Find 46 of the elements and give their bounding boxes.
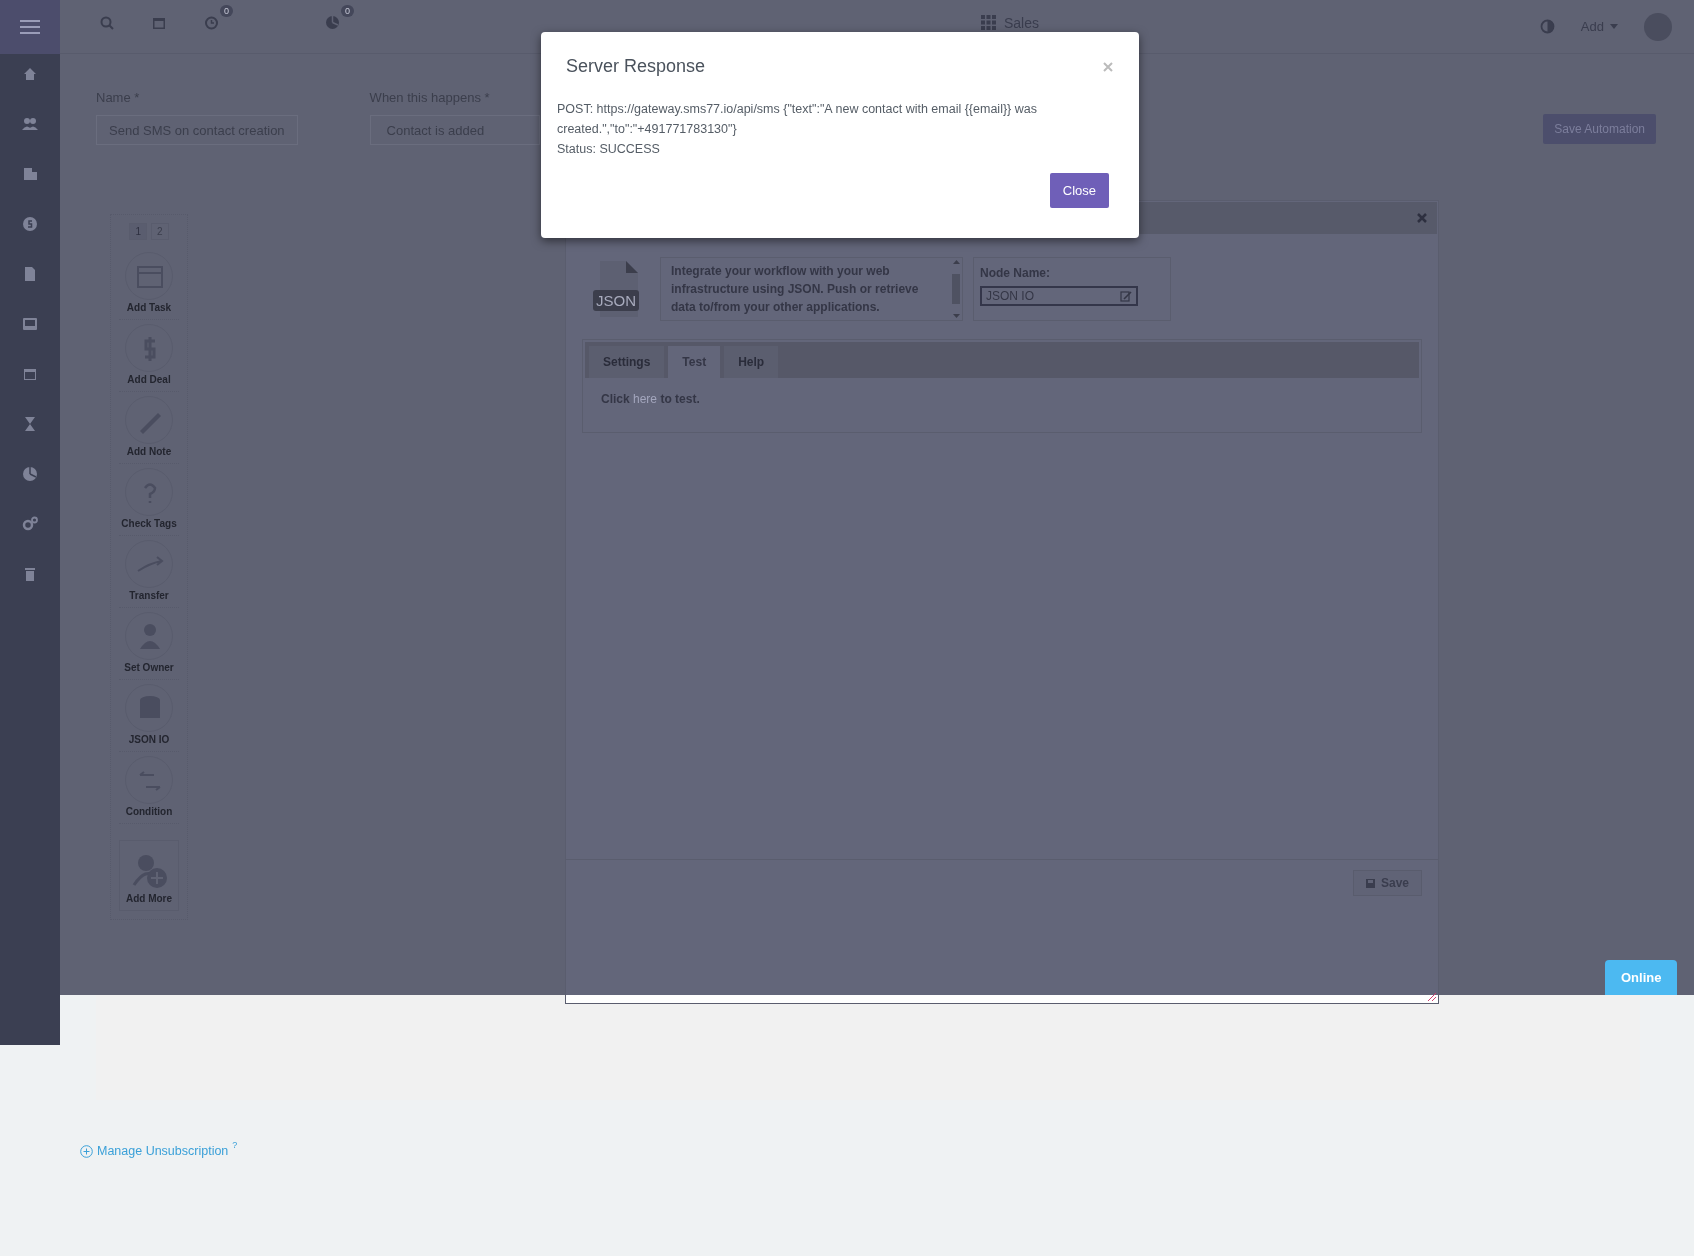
grid-icon[interactable] [980, 15, 996, 30]
search-icon[interactable] [100, 15, 114, 30]
count-badge: 0 [220, 5, 233, 17]
caret-icon [1610, 24, 1618, 29]
help-mark[interactable]: ? [232, 1140, 238, 1150]
add-circle-icon[interactable] [80, 1144, 93, 1158]
node-label[interactable]: JSON IO [128, 734, 170, 745]
node-label[interactable]: Set Owner [124, 662, 174, 673]
response-text: POST: https://gateway.sms77.io/api/sms {"text":"A new contact with email {{email}} was created.","to":"+491771783130"} [557, 101, 1038, 138]
scroll-up-icon[interactable] [952, 260, 960, 264]
count-badge: 0 [341, 5, 354, 17]
trash-icon[interactable] [22, 566, 38, 582]
calendar-icon[interactable] [152, 15, 166, 30]
close-icon[interactable] [1103, 61, 1113, 72]
node-label[interactable]: Transfer [129, 590, 169, 601]
pie-chart-icon[interactable] [22, 466, 38, 482]
manage-unsubscription-link[interactable]: Manage Unsubscription [97, 1144, 229, 1158]
file-icon[interactable] [22, 266, 38, 282]
contrast-icon[interactable] [1539, 19, 1555, 34]
close-button[interactable]: Close [1049, 173, 1109, 208]
response-text: Status: SUCCESS [557, 141, 661, 158]
home-icon[interactable] [22, 66, 38, 82]
hourglass-icon[interactable] [22, 416, 38, 432]
scroll-down-icon[interactable] [952, 314, 960, 318]
node-label[interactable]: Add Note [126, 446, 172, 457]
inbox-icon[interactable] [22, 316, 38, 332]
building-icon[interactable] [22, 166, 38, 182]
alarm-clock-icon[interactable] [204, 15, 219, 30]
online-status-button[interactable]: Online [1605, 960, 1678, 995]
pie-chart-icon[interactable] [325, 15, 340, 30]
users-icon[interactable] [22, 116, 38, 132]
close-icon[interactable] [1417, 213, 1427, 223]
node-label[interactable]: Add Task [126, 302, 172, 313]
menu-icon[interactable] [20, 19, 40, 35]
edit-icon[interactable] [1120, 290, 1132, 302]
modal-title: Server Response [566, 56, 706, 77]
gears-icon[interactable] [22, 516, 38, 532]
calendar-icon[interactable] [22, 366, 38, 382]
node-label[interactable]: Condition [125, 806, 173, 817]
scrollbar[interactable] [950, 258, 962, 320]
test-link[interactable]: here [633, 392, 658, 406]
add-more-label[interactable]: Add More [125, 893, 173, 904]
node-label[interactable]: Add Deal [127, 374, 171, 385]
resize-grip-icon[interactable] [1427, 992, 1436, 1001]
node-label[interactable]: Check Tags [121, 518, 177, 529]
dollar-icon[interactable] [22, 216, 38, 232]
